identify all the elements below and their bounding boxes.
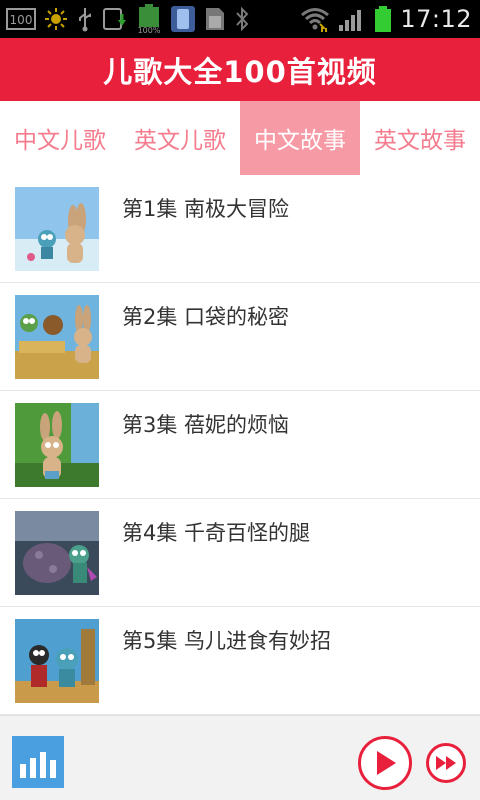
- list-item[interactable]: 第2集 口袋的秘密: [0, 283, 480, 391]
- brightness-icon: [44, 5, 68, 33]
- battery-icon: [374, 5, 392, 33]
- battery-small-label: 100%: [138, 26, 161, 34]
- player-bar: [0, 715, 480, 800]
- episode-title: 第5集 鸟儿进食有妙招: [122, 629, 332, 653]
- episode-title: 第1集 南极大冒险: [122, 197, 290, 221]
- episode-thumbnail: [15, 403, 99, 487]
- app-title: 儿歌大全100首视频: [103, 54, 377, 89]
- list-item[interactable]: 第4集 千奇百怪的腿: [0, 499, 480, 607]
- fast-forward-icon: [436, 756, 456, 770]
- equalizer-icon[interactable]: [12, 736, 64, 788]
- battery-full-icon: 100%: [136, 4, 162, 34]
- bluetooth-icon: [234, 5, 250, 33]
- episode-thumbnail: [15, 619, 99, 703]
- tab-english-stories[interactable]: 英文故事: [360, 101, 480, 175]
- signal-icon: [338, 5, 366, 33]
- wifi-icon: [300, 5, 330, 33]
- tab-label: 英文儿歌: [134, 128, 226, 154]
- status-bar-right: 17:12: [300, 0, 472, 38]
- episode-thumbnail: [15, 295, 99, 379]
- status-bar-left: 100 100%: [0, 0, 250, 38]
- phone-icon: [170, 5, 196, 33]
- play-icon: [377, 751, 396, 775]
- episode-title: 第2集 口袋的秘密: [122, 305, 290, 329]
- tab-label: 中文儿歌: [14, 128, 106, 154]
- status-time: 17:12: [400, 5, 472, 33]
- sd-card-icon: [204, 5, 226, 33]
- list-item[interactable]: 第1集 南极大冒险: [0, 175, 480, 283]
- tab-label: 中文故事: [254, 128, 346, 154]
- screenshot-100-icon: 100: [6, 5, 36, 33]
- tab-chinese-stories[interactable]: 中文故事: [240, 101, 360, 175]
- app-header: 儿歌大全100首视频: [0, 38, 480, 101]
- episode-thumbnail: [15, 187, 99, 271]
- tab-label: 英文故事: [374, 128, 466, 154]
- sync-icon: [102, 5, 128, 33]
- list-item[interactable]: 第5集 鸟儿进食有妙招: [0, 607, 480, 715]
- tab-chinese-songs[interactable]: 中文儿歌: [0, 101, 120, 175]
- usb-icon: [76, 5, 94, 33]
- episode-thumbnail: [15, 511, 99, 595]
- episode-list: 第1集 南极大冒险 第2集 口袋的秘密 第3集 蓓妮的烦恼 第4集 千奇百怪的腿…: [0, 175, 480, 715]
- play-button[interactable]: [358, 736, 412, 790]
- status-bar: 100 100% 17:12: [0, 0, 480, 38]
- list-item[interactable]: 第3集 蓓妮的烦恼: [0, 391, 480, 499]
- category-tabs: 中文儿歌 英文儿歌 中文故事 英文故事: [0, 101, 480, 175]
- episode-title: 第4集 千奇百怪的腿: [122, 521, 311, 545]
- fast-forward-button[interactable]: [426, 743, 466, 783]
- tab-english-songs[interactable]: 英文儿歌: [120, 101, 240, 175]
- episode-title: 第3集 蓓妮的烦恼: [122, 413, 290, 437]
- svg-text:100: 100: [10, 13, 33, 27]
